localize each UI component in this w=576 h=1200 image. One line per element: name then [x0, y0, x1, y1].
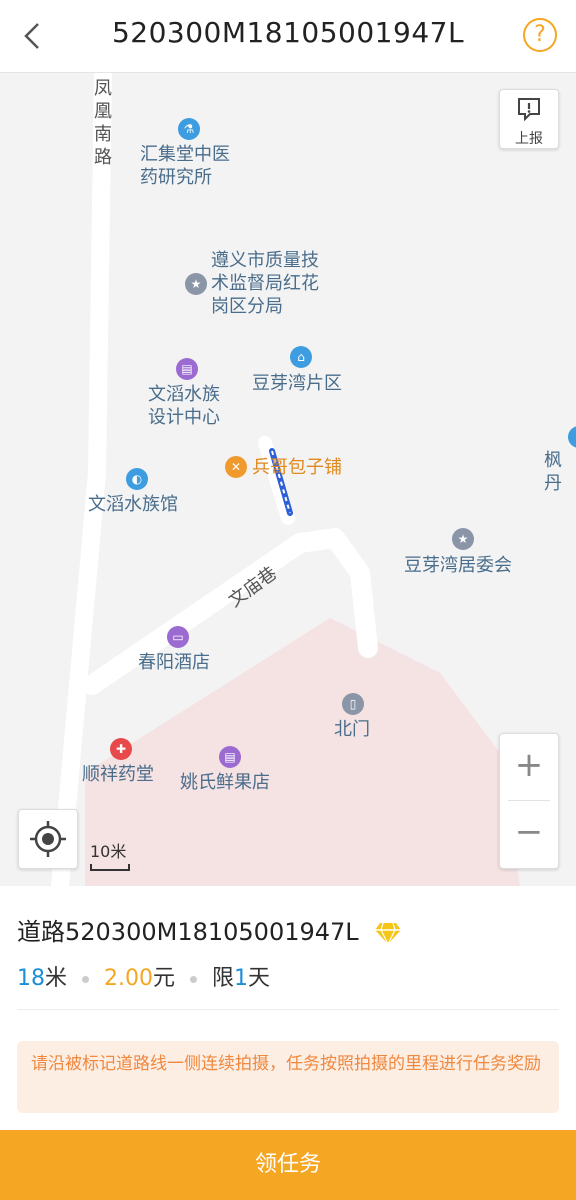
poi-wendao-design[interactable]: 文滔水族 设计中心 [148, 383, 220, 429]
reward-value: 2.00 [104, 966, 153, 991]
poi-fengdan[interactable]: 枫丹 [544, 449, 576, 495]
residential-icon: ⌂ [290, 346, 312, 368]
divider [17, 1009, 559, 1010]
reward-unit: 元 [153, 966, 176, 991]
road-title: 道路520300M18105001947L [17, 912, 402, 947]
scale-label: 10米 [90, 842, 127, 861]
task-meta: 18米 2.00元 限1天 [17, 960, 270, 992]
limit-prefix: 限 [212, 966, 235, 991]
aquarium-icon: ◐ [126, 468, 148, 490]
zoom-in-button[interactable]: + [500, 734, 558, 800]
poi-wendao-hall[interactable]: 文滔水族馆 [88, 493, 178, 516]
header-bar: 520300M18105001947L ? [0, 0, 576, 73]
report-label: 上报 [515, 131, 543, 147]
gate-icon: ▯ [342, 693, 364, 715]
report-button[interactable]: 上报 [499, 89, 559, 149]
locate-button[interactable] [18, 809, 78, 869]
report-icon [518, 98, 540, 122]
task-notice: 请沿被标记道路线一侧连续拍摄，任务按照拍摄的里程进行任务奖励 [17, 1041, 559, 1113]
restaurant-icon: ✕ [225, 456, 247, 478]
distance-value: 18 [17, 966, 45, 991]
poi-shunxiang[interactable]: 顺祥药堂 [82, 763, 154, 786]
poi-zhiliang[interactable]: 遵义市质量技 术监督局红花 岗区分局 [211, 249, 319, 318]
poi-chunyang[interactable]: 春阳酒店 [138, 651, 210, 674]
poi-binge[interactable]: 兵哥包子铺 [252, 456, 342, 479]
meta-separator [190, 975, 198, 983]
help-icon[interactable]: ? [523, 18, 557, 52]
map-scale: 10米 [90, 838, 130, 871]
poi-douyawan-area[interactable]: 豆芽湾片区 [252, 372, 342, 395]
meta-separator [82, 975, 90, 983]
limit-value: 1 [234, 966, 249, 991]
fruit-shop-icon: ▤ [219, 746, 241, 768]
road-branch [258, 436, 295, 525]
locate-icon [30, 821, 66, 857]
road-id: 520300M18105001947L [65, 918, 359, 946]
government-icon: ★ [185, 273, 207, 295]
road-label-fenghuang: 凤 凰 南 路 [94, 78, 112, 168]
poi-douyawan-committee[interactable]: 豆芽湾居委会 [404, 554, 512, 577]
shop-icon: ▤ [176, 358, 198, 380]
zoom-control: + − [499, 733, 559, 869]
distance-unit: 米 [45, 966, 68, 991]
limit-unit: 天 [248, 966, 271, 991]
zoom-out-button[interactable]: − [500, 801, 558, 867]
committee-icon: ★ [452, 528, 474, 550]
hotel-icon: ▭ [167, 626, 189, 648]
map-view[interactable]: 凤 凰 南 路 文庙巷 ⚗ 汇集堂中医 药研究所 ★ 遵义市质量技 术监督局红花… [0, 73, 576, 886]
poi-beimen[interactable]: 北门 [334, 718, 370, 741]
diamond-icon [375, 922, 402, 946]
poi-huijitang[interactable]: 汇集堂中医 药研究所 [140, 143, 230, 189]
research-icon: ⚗ [178, 118, 200, 140]
accept-task-button[interactable]: 领任务 [0, 1130, 576, 1200]
task-info-panel: 道路520300M18105001947L 18米 2.00元 限1天 请沿被标… [0, 886, 576, 1130]
scale-bar [90, 864, 130, 871]
poi-yaoshi[interactable]: 姚氏鲜果店 [180, 771, 270, 794]
road-prefix: 道路 [17, 918, 65, 946]
page-title: 520300M18105001947L [111, 16, 465, 49]
pharmacy-icon: ✚ [110, 738, 132, 760]
